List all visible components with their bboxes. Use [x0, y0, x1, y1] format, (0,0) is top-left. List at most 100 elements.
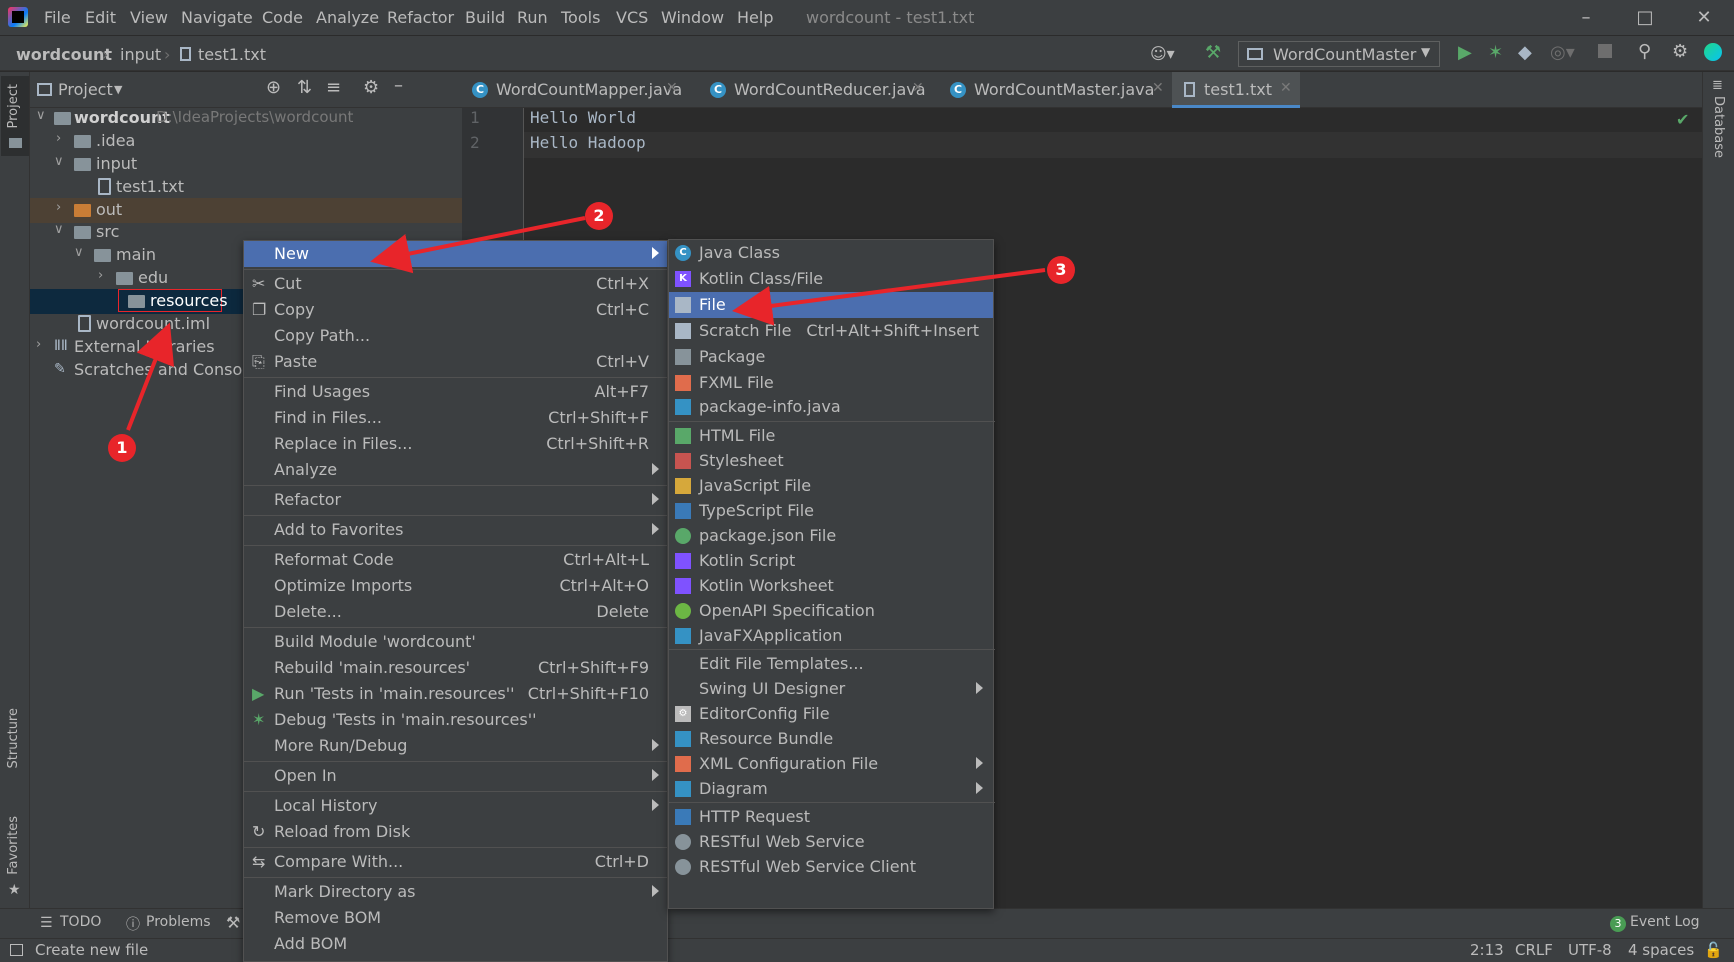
context-menu-item[interactable]: Build Module 'wordcount' [244, 629, 667, 655]
menu-view[interactable]: View [130, 8, 168, 27]
new-submenu-item[interactable]: C Java Class [669, 240, 993, 266]
context-menu-item[interactable]: ↻ Reload from Disk [244, 819, 667, 845]
close-tab-icon[interactable]: ✕ [1280, 80, 1292, 96]
close-tab-icon[interactable]: ✕ [666, 80, 678, 96]
user-icon[interactable]: ☺▾ [1150, 44, 1175, 63]
context-menu-item[interactable]: Find in Files... Ctrl+Shift+F [244, 405, 667, 431]
stop-icon[interactable] [1598, 44, 1612, 58]
coverage-icon[interactable]: ◆ [1518, 42, 1532, 63]
menu-navigate[interactable]: Navigate [181, 8, 253, 27]
context-menu-item[interactable]: Find Usages Alt+F7 [244, 379, 667, 405]
expand-all-icon[interactable]: ⇅ [297, 77, 312, 98]
new-submenu-item[interactable]: FXML File [669, 370, 993, 396]
context-menu-item[interactable]: Replace in Files... Ctrl+Shift+R [244, 431, 667, 457]
new-submenu-item[interactable]: JavaFXApplication [669, 623, 993, 649]
chevron-down-icon[interactable]: ▼ [114, 83, 122, 96]
context-menu-item[interactable]: Mark Directory as [244, 879, 667, 905]
tab-wordcountmapper[interactable]: C WordCountMapper.java ✕ [472, 72, 682, 108]
new-submenu-item[interactable]: TypeScript File [669, 498, 993, 524]
context-menu-item[interactable]: Optimize Imports Ctrl+Alt+O [244, 573, 667, 599]
build-hammer-icon[interactable]: ⚒ [226, 913, 240, 932]
context-menu-item[interactable]: New [244, 241, 667, 267]
context-menu-item[interactable]: Delete... Delete [244, 599, 667, 625]
gear-icon[interactable]: ⚙ [1672, 41, 1688, 62]
lock-icon[interactable]: 🔓 [1704, 941, 1723, 959]
new-submenu-item[interactable]: Kotlin Script [669, 548, 993, 574]
menu-analyze[interactable]: Analyze [316, 8, 379, 27]
tree-item-idea[interactable]: › .idea [30, 129, 462, 154]
close-icon[interactable]: ✕ [1684, 4, 1724, 32]
context-menu-item[interactable]: Add to Favorites [244, 517, 667, 543]
file-encoding[interactable]: UTF-8 [1568, 941, 1612, 959]
new-submenu-item[interactable]: HTTP Request [669, 804, 993, 830]
close-tab-icon[interactable]: ✕ [912, 80, 924, 96]
hide-panel-icon[interactable]: – [394, 75, 403, 96]
structure-tool-tab[interactable]: Structure [1, 702, 29, 792]
caret-position[interactable]: 2:13 [1470, 941, 1504, 959]
context-menu-item[interactable]: Copy Path... [244, 323, 667, 349]
tree-item-wordcount[interactable]: ∨ wordcount D:\IdeaProjects\wordcount [30, 106, 462, 131]
menu-build[interactable]: Build [465, 8, 505, 27]
database-tool-tab[interactable]: ≣ Database [1705, 78, 1733, 158]
debug-icon[interactable]: ✶ [1488, 42, 1503, 63]
context-menu-item[interactable]: Rebuild 'main.resources' Ctrl+Shift+F9 [244, 655, 667, 681]
locate-icon[interactable]: ⊕ [266, 77, 281, 98]
context-menu-item[interactable]: ✶ Debug 'Tests in 'main.resources'' [244, 707, 667, 733]
build-hammer-icon[interactable]: ⚒ [1205, 42, 1221, 63]
new-submenu-item[interactable]: File [669, 292, 993, 318]
run-icon[interactable]: ▶ [1458, 42, 1472, 63]
breadcrumb-folder[interactable]: input [120, 45, 161, 64]
indent-setting[interactable]: 4 spaces [1628, 941, 1694, 959]
new-submenu-item[interactable]: Swing UI Designer [669, 676, 993, 702]
new-submenu-item[interactable]: HTML File [669, 423, 993, 449]
gear-icon[interactable]: ⚙ [363, 77, 379, 98]
menu-code[interactable]: Code [262, 8, 303, 27]
context-menu-item[interactable]: Refactor [244, 487, 667, 513]
breadcrumb-file[interactable]: test1.txt [198, 45, 266, 64]
run-config-select[interactable]: WordCountMaster ▼ [1238, 41, 1440, 67]
context-menu-item[interactable]: Analyze [244, 457, 667, 483]
context-menu-item[interactable]: More Run/Debug [244, 733, 667, 759]
menu-tools[interactable]: Tools [561, 8, 600, 27]
tab-wordcountreducer[interactable]: C WordCountReducer.java ✕ [710, 72, 926, 108]
menu-help[interactable]: Help [737, 8, 773, 27]
todo-tab[interactable]: TODO [60, 914, 101, 930]
close-tab-icon[interactable]: ✕ [1152, 80, 1164, 96]
context-menu-item[interactable]: Open In [244, 763, 667, 789]
new-submenu-item[interactable]: K Kotlin Class/File [669, 266, 993, 292]
new-submenu-item[interactable]: RESTful Web Service Client [669, 854, 993, 880]
tree-item-input[interactable]: ∨ input [30, 152, 462, 177]
new-submenu-item[interactable]: ⚙ EditorConfig File [669, 701, 993, 727]
new-submenu-item[interactable]: Resource Bundle [669, 726, 993, 752]
favorites-tool-tab[interactable]: Favorites ★ [1, 812, 29, 902]
line-separator[interactable]: CRLF [1515, 941, 1553, 959]
menu-window[interactable]: Window [661, 8, 724, 27]
minimize-icon[interactable]: – [1566, 4, 1606, 32]
search-icon[interactable]: ⚲ [1638, 41, 1651, 62]
menu-file[interactable]: File [44, 8, 71, 27]
context-menu-item[interactable]: ❐ Copy Ctrl+C [244, 297, 667, 323]
menu-run[interactable]: Run [517, 8, 548, 27]
new-submenu-item[interactable]: Diagram [669, 776, 993, 802]
tab-test1-txt[interactable]: test1.txt ✕ [1172, 72, 1300, 108]
new-submenu-item[interactable]: XML Configuration File [669, 751, 993, 777]
context-menu-item[interactable]: Add BOM [244, 931, 667, 957]
new-submenu-item[interactable]: RESTful Web Service [669, 829, 993, 855]
breadcrumb-project[interactable]: wordcount [16, 45, 112, 64]
project-view-select[interactable]: Project [58, 80, 113, 99]
tool-windows-toggle-icon[interactable] [10, 944, 23, 956]
context-menu-item[interactable]: ⎘ Paste Ctrl+V [244, 349, 667, 375]
problems-tab[interactable]: Problems [146, 914, 211, 930]
collapse-all-icon[interactable]: ≡ [326, 77, 341, 98]
new-submenu-item[interactable]: package-info.java [669, 394, 993, 420]
event-log-tab[interactable]: Event Log [1630, 914, 1700, 930]
menu-edit[interactable]: Edit [85, 8, 116, 27]
menu-refactor[interactable]: Refactor [387, 8, 454, 27]
context-menu-item[interactable]: ✂ Cut Ctrl+X [244, 271, 667, 297]
menu-vcs[interactable]: VCS [616, 8, 648, 27]
tab-wordcountmaster[interactable]: C WordCountMaster.java [950, 72, 1158, 108]
new-submenu-item[interactable]: package.json File [669, 523, 993, 549]
new-submenu-item[interactable]: JavaScript File [669, 473, 993, 499]
new-submenu-item[interactable]: Scratch File Ctrl+Alt+Shift+Insert [669, 318, 993, 344]
project-tool-tab[interactable]: Project [1, 76, 29, 156]
